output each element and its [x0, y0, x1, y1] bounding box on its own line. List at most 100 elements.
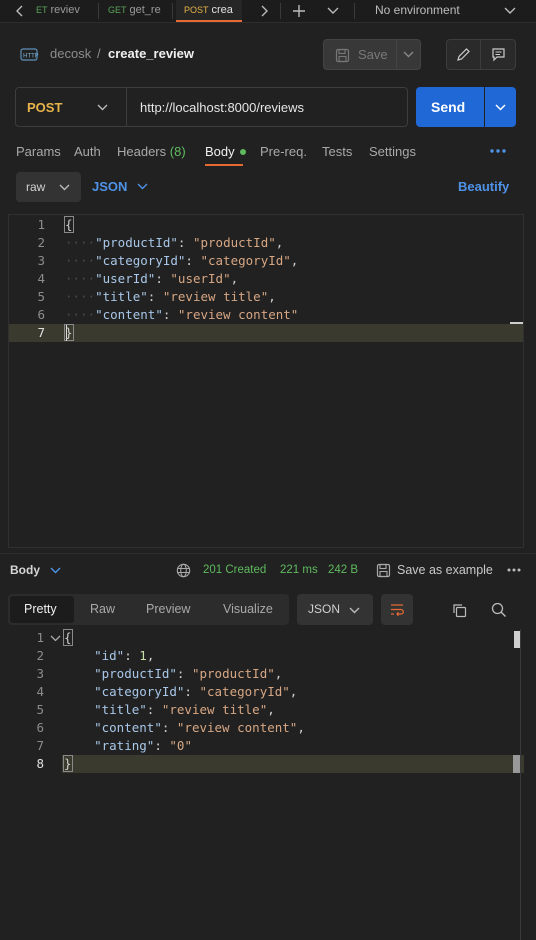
- chevron-left-icon[interactable]: [12, 3, 28, 19]
- code-line: "id": 1,: [64, 647, 305, 665]
- copy-icon[interactable]: [450, 601, 468, 619]
- more-options-icon[interactable]: [489, 144, 507, 158]
- breadcrumb-workspace[interactable]: decosk: [50, 46, 91, 61]
- svg-text:HTTP: HTTP: [23, 53, 39, 60]
- response-size[interactable]: 242 B: [328, 564, 358, 576]
- code-line: "content": "review content",: [64, 719, 305, 737]
- line-number: 4: [36, 684, 44, 699]
- code-token: "content": [95, 307, 163, 322]
- code-line: ····"content": "review content": [65, 306, 298, 324]
- fold-chevron-down-icon[interactable]: [49, 633, 61, 643]
- tab-settings[interactable]: Settings: [369, 144, 416, 159]
- code-token: {: [63, 629, 73, 646]
- code-token: :: [161, 720, 177, 735]
- code-token: ,: [146, 648, 155, 663]
- save-options-chevron-icon[interactable]: [396, 39, 421, 70]
- response-code-content: { "id": 1, "productId": "productId", "ca…: [63, 629, 305, 773]
- tab-divider: [172, 3, 173, 19]
- tab-body-label: Body: [205, 144, 235, 159]
- save-as-example-button[interactable]: Save as example: [397, 563, 493, 577]
- code-token: "productId": [94, 666, 177, 681]
- tab-preview[interactable]: Preview: [146, 602, 190, 616]
- line-number: 7: [36, 738, 44, 753]
- method-select[interactable]: POST: [16, 88, 127, 126]
- request-body-editor[interactable]: 1234567 {····"productId": "productId", ··…: [8, 214, 524, 548]
- code-token: ,: [274, 666, 283, 681]
- tab-method: POST: [184, 5, 209, 15]
- tab-headers-label: Headers: [117, 144, 167, 159]
- tab-item-active[interactable]: POST crea: [176, 0, 242, 22]
- tab-prereq[interactable]: Pre-req.: [260, 144, 307, 159]
- tab-headers[interactable]: Headers (8): [117, 144, 186, 159]
- tab-raw[interactable]: Raw: [90, 602, 115, 616]
- code-line: "title": "review title",: [64, 701, 305, 719]
- request-name[interactable]: create_review: [108, 46, 194, 61]
- url-input[interactable]: http://localhost:8000/reviews: [140, 100, 304, 115]
- code-token: "id": [94, 648, 125, 663]
- response-body-viewer[interactable]: 1 2 3 4 5 6 7 8 { "id": 1, "productId": "produc…: [0, 629, 536, 940]
- tab-divider: [354, 3, 355, 19]
- chevron-down-icon[interactable]: [325, 3, 341, 19]
- breadcrumb-separator: /: [97, 46, 101, 61]
- plus-icon[interactable]: [290, 2, 308, 20]
- tab-auth[interactable]: Auth: [74, 144, 101, 159]
- code-token: :: [176, 666, 192, 681]
- search-icon[interactable]: [490, 601, 508, 619]
- text-cursor: [66, 325, 67, 341]
- code-line: ····"userId": "userId",: [65, 270, 298, 288]
- body-mode-label: raw: [26, 180, 46, 194]
- body-indicator-dot: [240, 148, 247, 155]
- code-token: 1: [139, 648, 147, 663]
- beautify-button[interactable]: Beautify: [458, 179, 509, 194]
- url-bar: POST http://localhost:8000/reviews: [15, 87, 408, 127]
- request-tab-bar: ET reviev GET get_re POST crea No environme…: [0, 0, 536, 23]
- status-code[interactable]: 201 Created: [203, 564, 266, 576]
- chevron-right-icon[interactable]: [256, 3, 272, 19]
- tab-item[interactable]: GET get_re: [108, 0, 162, 22]
- response-more-icon[interactable]: [506, 564, 522, 576]
- http-request-icon: HTTP: [20, 46, 40, 64]
- indent: ····: [65, 235, 96, 250]
- tab-label: get_re: [129, 4, 161, 16]
- tab-params[interactable]: Params: [16, 144, 61, 159]
- code-token: "userId": [95, 271, 156, 286]
- response-body-label[interactable]: Body: [10, 563, 40, 577]
- response-body-chevron-down-icon[interactable]: [49, 565, 61, 575]
- indent: ····: [65, 307, 96, 322]
- code-token: "categoryId": [94, 684, 185, 699]
- environment-chevron-down-icon[interactable]: [502, 3, 518, 19]
- code-token: "review content": [176, 720, 298, 735]
- comment-icon[interactable]: [480, 39, 516, 70]
- code-token: "content": [94, 720, 162, 735]
- response-line-numbers: 1 2 3 4 5 6 7 8: [28, 629, 44, 773]
- body-format-select[interactable]: JSON: [92, 179, 127, 194]
- tab-pretty-active[interactable]: Pretty: [10, 596, 74, 623]
- globe-icon[interactable]: [175, 562, 191, 578]
- tab-method: ET: [36, 5, 48, 15]
- line-number: 3: [36, 666, 44, 681]
- tab-item[interactable]: ET reviev: [36, 0, 86, 22]
- body-format-chevron-down-icon[interactable]: [136, 180, 148, 192]
- save-button[interactable]: Save: [323, 39, 397, 70]
- edit-pencil-icon[interactable]: [446, 39, 481, 70]
- tab-body[interactable]: Body: [205, 144, 247, 159]
- tab-visualize[interactable]: Visualize: [223, 602, 273, 616]
- response-time[interactable]: 221 ms: [280, 564, 318, 576]
- panel-divider: [0, 553, 536, 554]
- response-format-select[interactable]: JSON: [297, 594, 373, 625]
- response-format-chevron-down-icon: [348, 605, 360, 615]
- code-token: :: [177, 235, 193, 250]
- code-token: "categoryId": [199, 684, 290, 699]
- body-mode-select[interactable]: raw: [16, 172, 81, 202]
- body-mode-chevron-down-icon: [58, 182, 70, 192]
- environment-selector-label[interactable]: No environment: [375, 0, 460, 22]
- send-button[interactable]: Send: [416, 87, 484, 127]
- line-number: 2: [37, 235, 45, 250]
- send-options-chevron-icon[interactable]: [485, 87, 516, 127]
- tab-tests[interactable]: Tests: [322, 144, 352, 159]
- wrap-lines-icon[interactable]: [381, 594, 413, 625]
- response-scrollbar-track: [520, 629, 521, 940]
- code-token: "rating": [94, 738, 155, 753]
